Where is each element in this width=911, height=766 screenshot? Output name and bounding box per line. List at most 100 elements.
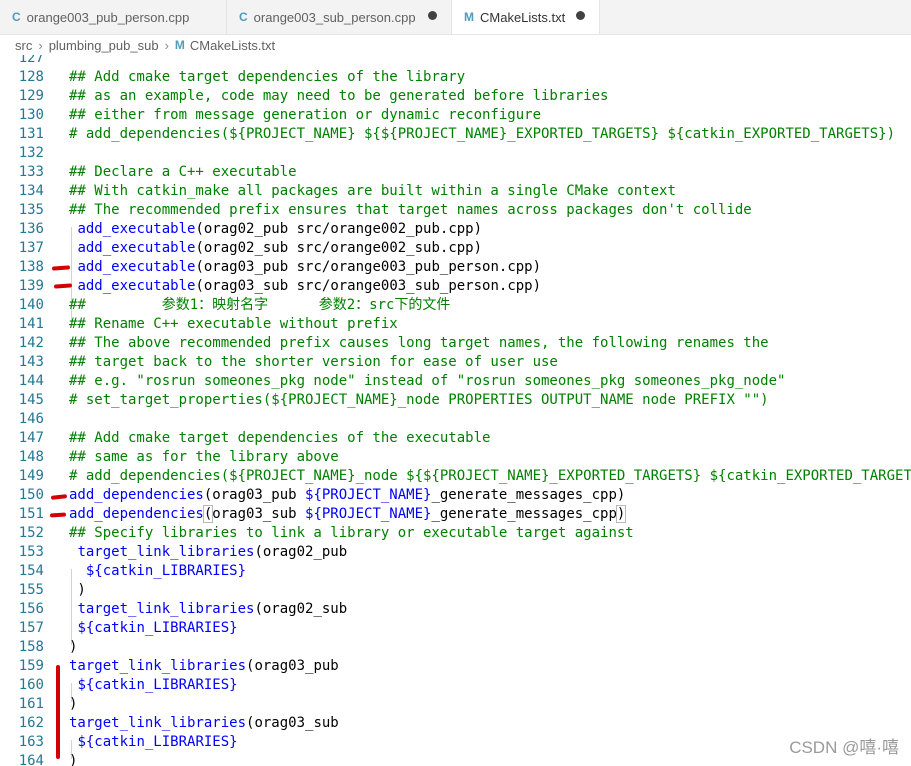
code-token: ${PROJECT_NAME} — [305, 506, 432, 522]
code-text: add_executable(orag03_sub src/orange003_… — [69, 277, 541, 296]
code-line[interactable]: 132 — [0, 144, 911, 163]
line-number: 133 — [18, 164, 44, 180]
code-text: ## target back to the shorter version fo… — [69, 353, 558, 372]
breadcrumb-file[interactable]: CMakeLists.txt — [190, 38, 275, 53]
code-token: ## Declare a C++ executable — [69, 164, 297, 180]
code-line[interactable]: 143 ## target back to the shorter version… — [0, 353, 911, 372]
code-token: ${catkin_LIBRARIES} — [77, 734, 238, 750]
line-number: 144 — [18, 373, 44, 389]
cpp-file-icon: C — [12, 10, 21, 24]
code-text: add_executable(orag02_pub src/orange002_… — [69, 220, 482, 239]
code-line[interactable]: 146 — [0, 410, 911, 429]
tab-orange003-pub-person[interactable]: C orange003_pub_person.cpp — [0, 0, 227, 34]
code-token: (orag02_sub src/orange002_sub.cpp) — [195, 240, 483, 256]
code-line[interactable]: 136 add_executable(orag02_pub src/orange… — [0, 220, 911, 239]
code-token: ## same as for the library above — [69, 449, 339, 465]
code-line[interactable]: 133 ## Declare a C++ executable — [0, 163, 911, 182]
breadcrumb: src › plumbing_pub_sub › M CMakeLists.tx… — [0, 34, 911, 56]
breadcrumb-src[interactable]: src — [15, 38, 32, 53]
code-line[interactable]: 153 target_link_libraries(orag02_pub — [0, 543, 911, 562]
code-line[interactable]: 129 ## as an example, code may need to be… — [0, 87, 911, 106]
line-number: 140 — [18, 297, 44, 313]
code-line[interactable]: 134 ## With catkin_make all packages are … — [0, 182, 911, 201]
line-number: 143 — [18, 354, 44, 370]
code-text: target_link_libraries(orag03_sub — [69, 714, 339, 733]
code-line[interactable]: 159 target_link_libraries(orag03_pub — [0, 657, 911, 676]
code-line[interactable]: 157 ${catkin_LIBRARIES} — [0, 619, 911, 638]
code-line[interactable]: 163 ${catkin_LIBRARIES} — [0, 733, 911, 752]
code-line[interactable]: 158) — [0, 638, 911, 657]
code-line[interactable]: 155 ) — [0, 581, 911, 600]
code-line[interactable]: 144 ## e.g. "rosrun someones_pkg node" in… — [0, 372, 911, 391]
code-token: ) — [69, 582, 86, 598]
code-token: (orag02_pub src/orange002_pub.cpp) — [195, 221, 483, 237]
code-token: ) — [615, 505, 627, 523]
code-line[interactable]: 156 target_link_libraries(orag02_sub — [0, 600, 911, 619]
code-line[interactable]: 128 ## Add cmake target dependencies of t… — [0, 68, 911, 87]
code-line[interactable]: 135 ## The recommended prefix ensures tha… — [0, 201, 911, 220]
tab-orange003-sub-person[interactable]: C orange003_sub_person.cpp — [227, 0, 452, 34]
code-token: ## e.g. "rosrun someones_pkg node" inste… — [69, 373, 786, 389]
breadcrumb-package[interactable]: plumbing_pub_sub — [49, 38, 159, 53]
code-line[interactable]: 148 ## same as for the library above — [0, 448, 911, 467]
code-line[interactable]: 138 add_executable(orag03_pub src/orange… — [0, 258, 911, 277]
line-number: 138 — [18, 259, 44, 275]
code-text: ## Add cmake target dependencies of the … — [69, 429, 490, 448]
line-number: 151 — [18, 506, 44, 522]
line-number: 130 — [18, 107, 44, 123]
red-annotation-mark — [56, 665, 60, 759]
code-line[interactable]: 154 ${catkin_LIBRARIES} — [0, 562, 911, 581]
line-number: 146 — [18, 411, 44, 427]
line-number: 156 — [18, 601, 44, 617]
line-number: 155 — [18, 582, 44, 598]
tab-label: CMakeLists.txt — [480, 9, 566, 25]
code-token: target_link_libraries — [69, 715, 247, 731]
code-line[interactable]: 152 ## Specify libraries to link a librar… — [0, 524, 911, 543]
code-line[interactable]: 130 ## either from message generation or … — [0, 106, 911, 125]
code-token: ${PROJECT_NAME} — [305, 487, 432, 503]
line-number: 136 — [18, 221, 44, 237]
code-text: target_link_libraries(orag02_sub — [69, 600, 347, 619]
code-line[interactable]: 149 # add_dependencies(${PROJECT_NAME}_no… — [0, 467, 911, 486]
code-token: ## With catkin_make all packages are bui… — [69, 183, 676, 199]
code-text: ## Add cmake target dependencies of the … — [69, 68, 465, 87]
code-line[interactable]: 140 ## 参数1：映射名字 参数2：src下的文件 — [0, 296, 911, 315]
code-editor[interactable]: 127 128 ## Add cmake target dependencies o… — [0, 55, 911, 766]
unsaved-dot-icon[interactable] — [428, 11, 437, 20]
code-text: ## e.g. "rosrun someones_pkg node" inste… — [69, 372, 785, 391]
code-token: add_dependencies — [69, 506, 204, 522]
code-text: ) — [69, 638, 77, 657]
line-number: 153 — [18, 544, 44, 560]
code-token: ## Add cmake target dependencies of the … — [69, 430, 491, 446]
code-text: ${catkin_LIBRARIES} — [69, 733, 238, 752]
code-text: # add_dependencies(${PROJECT_NAME}_node … — [69, 467, 911, 486]
cmake-file-icon: M — [464, 10, 474, 24]
line-number: 150 — [18, 487, 44, 503]
code-line[interactable]: 142 ## The above recommended prefix cause… — [0, 334, 911, 353]
code-token: target_link_libraries — [69, 658, 247, 674]
code-line[interactable]: 161) — [0, 695, 911, 714]
unsaved-dot-icon[interactable] — [576, 11, 585, 20]
code-line[interactable]: 164) — [0, 752, 911, 766]
code-text: ## The above recommended prefix causes l… — [69, 334, 769, 353]
code-line[interactable]: 151 add_dependencies(orag03_sub ${PROJECT… — [0, 505, 911, 524]
code-line[interactable]: 162 target_link_libraries(orag03_sub — [0, 714, 911, 733]
code-line[interactable]: 160 ${catkin_LIBRARIES} — [0, 676, 911, 695]
code-line[interactable]: 150 add_dependencies(orag03_pub ${PROJECT… — [0, 486, 911, 505]
code-line[interactable]: 141 ## Rename C++ executable without pref… — [0, 315, 911, 334]
code-line[interactable]: 131 # add_dependencies(${PROJECT_NAME} ${… — [0, 125, 911, 144]
tab-cmakelists[interactable]: M CMakeLists.txt — [452, 0, 600, 34]
line-number: 152 — [18, 525, 44, 541]
line-number: 145 — [18, 392, 44, 408]
code-line[interactable]: 127 — [0, 55, 911, 68]
code-text: ## The recommended prefix ensures that t… — [69, 201, 752, 220]
code-text: target_link_libraries(orag03_pub — [69, 657, 339, 676]
code-text: ) — [69, 695, 77, 714]
code-token: ## The above recommended prefix causes l… — [69, 335, 769, 351]
code-line[interactable]: 139 add_executable(orag03_sub src/orange… — [0, 277, 911, 296]
code-token: ${catkin_LIBRARIES} — [85, 563, 247, 579]
code-line[interactable]: 137 add_executable(orag02_sub src/orange… — [0, 239, 911, 258]
code-line[interactable]: 147 ## Add cmake target dependencies of t… — [0, 429, 911, 448]
code-text: ) — [69, 581, 86, 600]
code-line[interactable]: 145 # set_target_properties(${PROJECT_NAM… — [0, 391, 911, 410]
